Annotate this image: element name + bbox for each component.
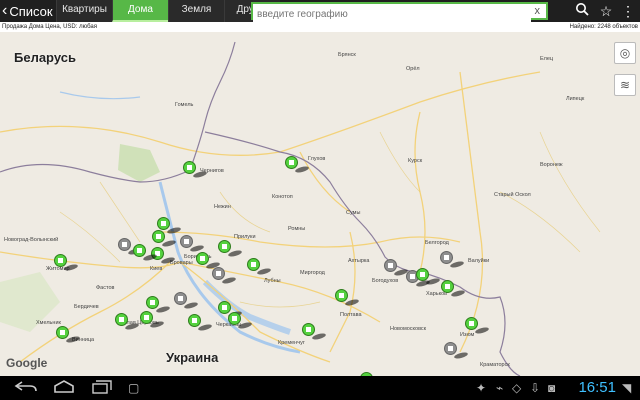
filter-summary: Продажа Дома Цена, USD: любая bbox=[2, 24, 97, 30]
back-to-list-button[interactable]: ‹ Список bbox=[2, 0, 53, 22]
star-favorite-icon[interactable]: ☆ bbox=[596, 1, 616, 21]
city-label: Прилуки bbox=[234, 234, 256, 240]
city-label: Новомосковск bbox=[390, 326, 427, 332]
back-nav-icon[interactable] bbox=[14, 380, 38, 398]
camera-icon: ◙ bbox=[548, 381, 556, 395]
listing-marker[interactable] bbox=[228, 312, 253, 330]
listing-marker[interactable] bbox=[218, 301, 243, 319]
listing-marker[interactable] bbox=[54, 254, 79, 272]
city-label: Богодухов bbox=[372, 278, 399, 284]
city-label: Лубны bbox=[264, 278, 281, 284]
google-attribution: Google bbox=[6, 356, 48, 370]
listing-marker[interactable] bbox=[146, 296, 171, 314]
listing-marker[interactable] bbox=[302, 323, 327, 341]
results-count: Найдено: 2248 объектов bbox=[569, 24, 638, 30]
listing-marker[interactable] bbox=[180, 235, 205, 253]
listing-marker[interactable] bbox=[133, 244, 158, 262]
country-label-belarus: Беларусь bbox=[14, 50, 76, 65]
city-label: Киев bbox=[150, 266, 163, 272]
city-label: Гомель bbox=[175, 102, 194, 108]
listing-marker[interactable] bbox=[218, 240, 243, 258]
listing-marker[interactable] bbox=[465, 317, 490, 335]
wifi-icon: ◥ bbox=[622, 381, 632, 395]
tab-houses[interactable]: Дома bbox=[112, 0, 168, 22]
listing-marker[interactable] bbox=[188, 314, 213, 332]
listing-marker[interactable] bbox=[196, 252, 221, 270]
system-navigation-bar: ▢ ✦ ⌁ ◇ ⇩ ◙ 16:51 ◥ bbox=[0, 376, 640, 400]
map-background bbox=[0, 32, 640, 376]
listing-marker[interactable] bbox=[247, 258, 272, 276]
city-label: Нежин bbox=[214, 204, 231, 210]
city-label: Ахтырка bbox=[348, 258, 370, 264]
overflow-menu-icon[interactable]: ⋮ bbox=[618, 1, 638, 21]
search-icon[interactable] bbox=[572, 1, 592, 21]
city-label: Сумы bbox=[346, 210, 361, 216]
action-bar: ‹ Список Квартиры Дома Земля Другое x ☆ … bbox=[0, 0, 640, 22]
city-label: Липецк bbox=[566, 96, 585, 102]
city-label: Кременчуг bbox=[278, 340, 305, 346]
listing-marker[interactable] bbox=[335, 289, 360, 307]
city-label: Конотоп bbox=[272, 194, 293, 200]
city-label: Фастов bbox=[96, 285, 115, 291]
city-label: Глухов bbox=[308, 156, 326, 162]
android-debug-icon: ✦ bbox=[476, 381, 487, 395]
map-view[interactable]: Беларусь Украина Гомель Чернигов Сумы Ха… bbox=[0, 32, 640, 376]
listing-marker[interactable] bbox=[384, 259, 409, 277]
city-label: Елец bbox=[540, 56, 554, 62]
city-label: Ромны bbox=[288, 226, 306, 232]
geography-search-input[interactable] bbox=[253, 7, 531, 22]
city-label: Белгород bbox=[425, 240, 449, 246]
screenshot-icon[interactable]: ▢ bbox=[128, 380, 139, 396]
city-label: Краматорск bbox=[480, 362, 510, 368]
listing-marker[interactable] bbox=[183, 161, 208, 179]
listing-marker[interactable] bbox=[440, 251, 465, 269]
listing-marker[interactable] bbox=[444, 342, 469, 360]
geography-search-box: x bbox=[251, 2, 548, 22]
city-label: Валуйки bbox=[468, 258, 490, 264]
city-label: Брянск bbox=[338, 52, 356, 58]
city-label: Хмельник bbox=[36, 320, 61, 326]
city-label: Бердичев bbox=[74, 304, 99, 310]
listing-marker[interactable] bbox=[416, 268, 441, 286]
layers-icon: ≋ bbox=[619, 78, 631, 92]
tab-apartments[interactable]: Квартиры bbox=[56, 0, 112, 22]
city-label: Изюм bbox=[460, 332, 475, 338]
listing-marker[interactable] bbox=[115, 313, 140, 331]
listing-marker[interactable] bbox=[118, 238, 143, 256]
download-icon: ⇩ bbox=[530, 381, 541, 395]
listing-marker[interactable] bbox=[174, 292, 199, 310]
clear-search-button[interactable]: x bbox=[535, 4, 541, 18]
layers-button[interactable]: ≋ bbox=[614, 74, 636, 96]
city-label: Старый Оскол bbox=[494, 192, 531, 198]
city-label: Курск bbox=[408, 158, 423, 164]
country-label-ukraine: Украина bbox=[166, 350, 219, 365]
listing-marker[interactable] bbox=[140, 311, 165, 329]
city-label: Полтава bbox=[340, 312, 362, 318]
city-label: Миргород bbox=[300, 270, 325, 276]
usb-icon: ⌁ bbox=[496, 381, 504, 395]
city-label: Новоград-Волынский bbox=[4, 237, 59, 243]
listing-marker[interactable] bbox=[285, 156, 310, 174]
back-label: Список bbox=[9, 3, 53, 19]
chevron-left-icon: ‹ bbox=[2, 2, 8, 19]
city-label: Орёл bbox=[406, 66, 420, 72]
listing-marker[interactable] bbox=[152, 230, 177, 248]
listing-marker[interactable] bbox=[157, 217, 182, 235]
my-location-button[interactable]: ◎ bbox=[614, 42, 636, 64]
recent-apps-icon[interactable] bbox=[90, 380, 114, 398]
listing-marker[interactable] bbox=[441, 280, 466, 298]
dropbox-icon: ◇ bbox=[512, 381, 522, 395]
home-nav-icon[interactable] bbox=[52, 380, 76, 398]
listing-marker[interactable] bbox=[56, 326, 81, 344]
filter-info-bar: Продажа Дома Цена, USD: любая Найдено: 2… bbox=[0, 22, 640, 32]
listing-marker[interactable] bbox=[212, 267, 237, 285]
category-tabs: Квартиры Дома Земля Другое bbox=[56, 0, 280, 22]
tab-land[interactable]: Земля bbox=[168, 0, 224, 22]
city-label: Воронеж bbox=[540, 162, 563, 168]
location-target-icon: ◎ bbox=[619, 46, 631, 60]
status-clock: 16:51 bbox=[578, 379, 616, 396]
